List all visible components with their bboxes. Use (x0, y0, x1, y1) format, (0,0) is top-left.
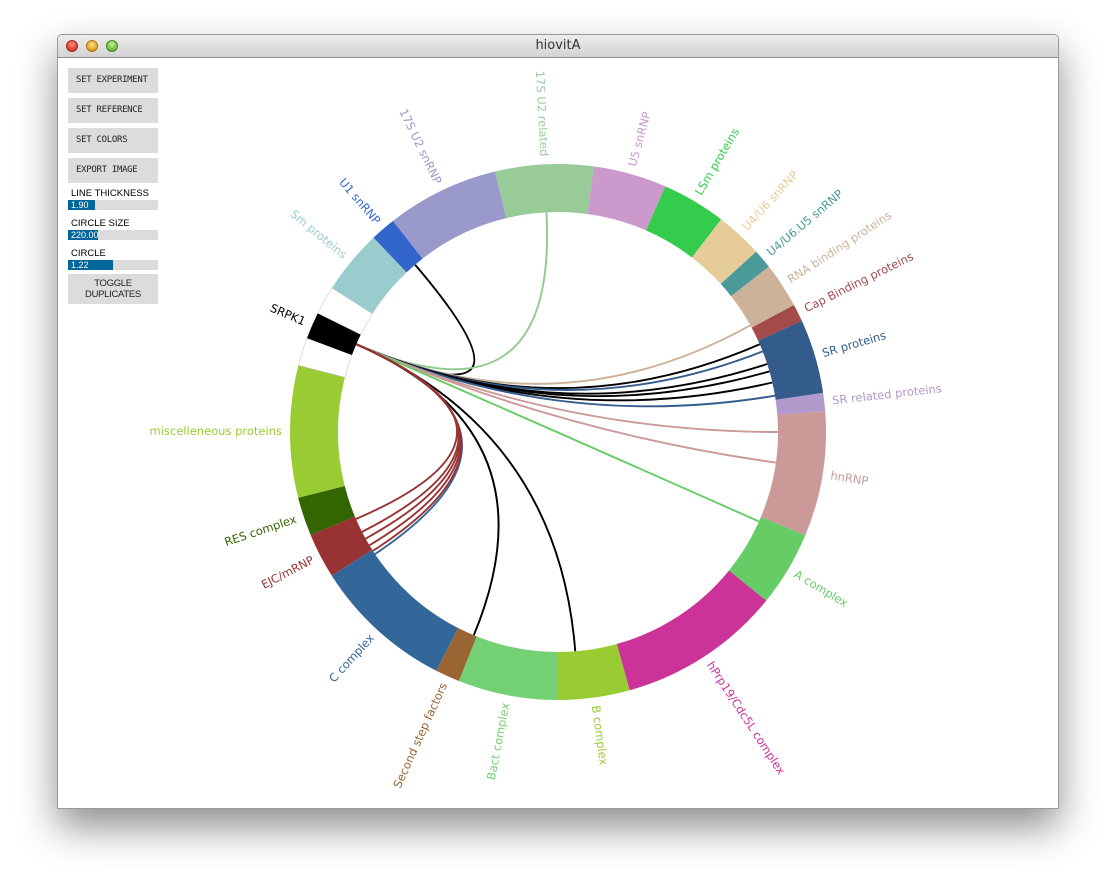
label-hprp19-cdc5l-complex: hPrp19/Cdc5L complex (704, 659, 788, 777)
circle-thickness-value: 1.22 (71, 260, 89, 270)
chord-diagram: 17S U2 related U5 snRNP LSm proteinsU4/U6 … (150, 70, 943, 790)
label-17s-u2-snrnp: 17S U2 snRNP (396, 107, 444, 187)
label-second-step-factors: Second step factors (390, 680, 450, 790)
toggle-duplicates-button[interactable]: TOGGLE DUPLICATES (68, 274, 158, 304)
circle-size-label: CIRCLE SIZE (71, 218, 130, 229)
line-thickness-slider[interactable]: 1.90 (68, 200, 158, 210)
line-thickness-label: LINE THICKNESS (71, 188, 149, 199)
chords-layer (355, 212, 779, 652)
segment-miscelleneous-proteins[interactable] (290, 365, 345, 498)
circle-size-value: 220.00 (71, 230, 99, 240)
label-bact-complex: Bact complex (484, 701, 512, 781)
export-image-button[interactable]: EXPORT IMAGE (68, 158, 158, 183)
set-experiment-button[interactable]: SET EXPERIMENT (68, 68, 158, 93)
app-window: hiovitA 17S U2 related U5 snRNP LSm protei… (57, 34, 1059, 809)
circle-thickness-label: CIRCLE THICKNESS (71, 248, 125, 271)
control-panel: SET EXPERIMENT SET REFERENCE SET COLORS … (68, 68, 158, 309)
label-sr-proteins: SR proteins (821, 328, 888, 360)
circle-thickness-slider[interactable]: 1.22 (68, 260, 158, 270)
segment-hnrnp[interactable] (760, 410, 827, 536)
toggle-duplicates-label-line2: DUPLICATES (85, 289, 141, 300)
chord-srpk1-to-a-complex (355, 343, 760, 523)
label-ejc-mrnp: EJC/mRNP (259, 553, 316, 592)
label-17s-u2-related: 17S U2 related (533, 70, 551, 156)
segment-17s-u2-related[interactable] (494, 164, 594, 219)
label-a-complex: A complex (792, 567, 851, 610)
label-miscelleneous-proteins: miscelleneous proteins (150, 424, 282, 438)
toggle-duplicates-label-line1: TOGGLE (94, 278, 132, 289)
set-colors-button[interactable]: SET COLORS (68, 128, 158, 153)
set-reference-button[interactable]: SET REFERENCE (68, 98, 158, 123)
label-srpk1: SRPK1 (268, 301, 308, 329)
label-sm-proteins: Sm proteins (288, 207, 350, 262)
label-lsm-proteins: LSm proteins (692, 126, 742, 198)
chord-srpk1-to-sr-proteins (355, 343, 776, 408)
label-c-complex: C complex (326, 631, 377, 685)
label-u1-snrnp: U1 snRNP (336, 175, 383, 227)
label-sr-related-proteins: SR related proteins (831, 381, 942, 407)
segment-bact-complex[interactable] (458, 636, 558, 700)
label-hnrnp: hnRNP (829, 468, 869, 488)
label-res-complex: RES complex (223, 512, 299, 549)
segment-b-complex[interactable] (558, 643, 630, 700)
segment-hprp19-cdc5l-complex[interactable] (616, 570, 767, 691)
line-thickness-value: 1.90 (71, 200, 89, 210)
label-b-complex: B complex (589, 704, 611, 766)
label-u5-snrnp: U5 snRNP (625, 110, 654, 168)
circle-size-slider[interactable]: 220.00 (68, 230, 158, 240)
